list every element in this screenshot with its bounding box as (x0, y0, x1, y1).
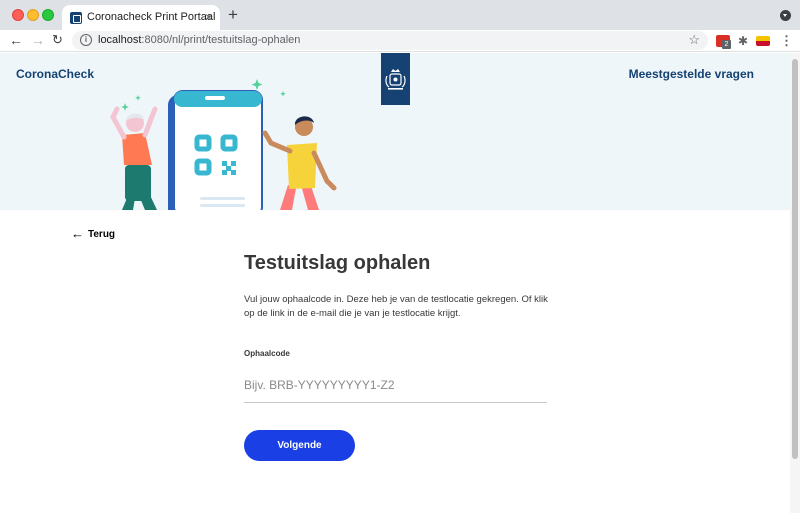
back-icon[interactable]: ← (9, 32, 23, 48)
extensions-puzzle-icon[interactable]: ✱ (738, 33, 748, 49)
extension-icon[interactable]: 2 (716, 35, 731, 49)
favicon-icon (70, 12, 82, 24)
next-button[interactable]: Volgende (244, 430, 355, 461)
back-link-label: Terug (88, 229, 116, 240)
tab-close-icon[interactable]: × (205, 9, 212, 25)
forward-icon[interactable]: → (31, 32, 45, 48)
code-field-label: Ophaalcode (244, 349, 290, 358)
page-title: Testuitslag ophalen (244, 252, 431, 274)
arrow-left-icon: ← (71, 226, 84, 241)
brand-link[interactable]: CoronaCheck (16, 67, 94, 81)
page-content: CoronaCheck Meestgestelde vragen ← Terug… (0, 53, 790, 513)
faq-link[interactable]: Meestgestelde vragen (629, 67, 754, 81)
extension-badge: 2 (722, 40, 731, 49)
new-tab-button[interactable]: + (228, 6, 238, 24)
profile-avatar-icon[interactable] (756, 36, 770, 46)
browser-tab[interactable]: Coronacheck Print Portaal × (62, 5, 220, 30)
browser-menu-icon[interactable]: ⋮ (780, 33, 793, 49)
tab-search-icon[interactable] (780, 10, 791, 21)
scrollbar-thumb[interactable] (792, 59, 798, 459)
window-close-button[interactable] (12, 9, 24, 21)
browser-toolbar: ← → ↻ i localhost:8080/nl/print/testuits… (0, 30, 800, 52)
window-minimize-button[interactable] (27, 9, 39, 21)
intro-text: Vul jouw ophaalcode in. Deze heb je van … (244, 294, 548, 319)
hero-illustration (110, 79, 337, 210)
hero-banner: CoronaCheck Meestgestelde vragen (0, 53, 790, 210)
browser-window: Coronacheck Print Portaal × + ← → ↻ i lo… (0, 0, 800, 513)
tab-title: Coronacheck Print Portaal (87, 11, 216, 23)
person-right-icon (262, 116, 337, 210)
tab-strip: Coronacheck Print Portaal × + (0, 0, 800, 30)
address-bar[interactable]: i localhost:8080/nl/print/testuitslag-op… (72, 31, 708, 50)
bookmark-star-icon[interactable]: ☆ (688, 32, 700, 48)
coat-of-arms-icon (385, 69, 406, 90)
scrollbar[interactable] (790, 53, 800, 513)
rijksoverheid-logo (381, 53, 410, 105)
back-link[interactable]: ← Terug (71, 225, 116, 241)
window-maximize-button[interactable] (42, 9, 54, 21)
code-input[interactable] (244, 368, 547, 403)
person-left-icon (110, 106, 158, 210)
reload-icon[interactable]: ↻ (52, 32, 63, 48)
url-text: localhost:8080/nl/print/testuitslag-opha… (98, 34, 301, 46)
site-info-icon[interactable]: i (80, 34, 92, 46)
